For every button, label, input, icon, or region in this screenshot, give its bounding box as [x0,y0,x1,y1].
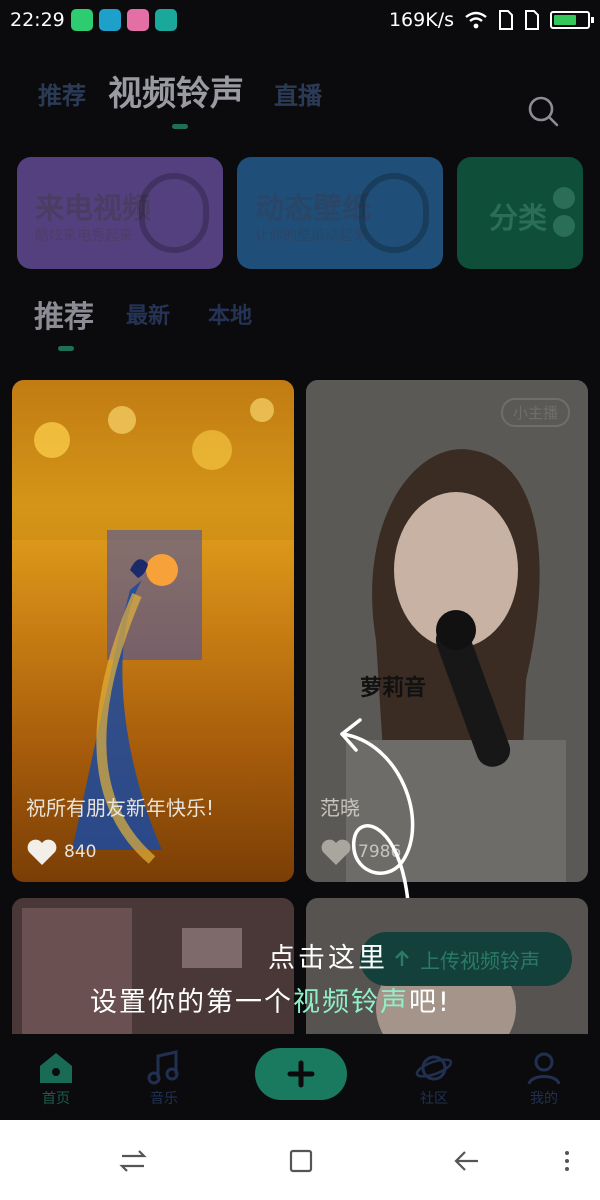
upload-icon [395,950,409,966]
battery-icon [550,11,594,29]
usb-icon [154,9,177,31]
subtab-latest[interactable]: 最新 [126,298,170,330]
search-icon[interactable] [526,94,560,128]
guide-text-line1: 点击这里 [268,943,388,974]
sub-tab-bar: 推荐 最新 本地 [0,290,600,351]
switch-apps-icon[interactable] [118,1146,148,1176]
top-tab-bar: 推荐 视频铃声 直播 [0,62,600,129]
planet-icon [415,1055,453,1081]
app-notification-icon [70,9,93,31]
nav-label: 我的 [530,1091,558,1107]
nav-label: 社区 [420,1091,448,1107]
guide-text-line2: 设置你的第一个视频铃声吧! [90,980,451,1019]
phone-deco-icon [139,173,209,253]
like-count[interactable]: 840 [26,838,96,866]
bottom-nav: 首页 音乐 社区 我的 [0,1034,600,1120]
active-tab-indicator [172,124,188,129]
tab-recommend[interactable]: 推荐 [38,76,86,111]
guide-arrow-icon [340,718,415,904]
app-notification-icon [98,9,121,31]
status-bar: 22:29 169K/s [0,0,600,40]
nav-home[interactable]: 首页 [16,1050,96,1108]
page-content: 推荐 视频铃声 直播 来电视频 酷炫来电秀起来 动态壁纸 让你的壁纸动起来 分类… [0,40,600,1120]
card-caption: 祝所有朋友新年快乐! [26,796,215,820]
feature-title: 动态壁纸 [255,191,372,225]
dots-deco-icon [553,215,575,237]
tab-live[interactable]: 直播 [274,76,322,111]
subtab-recommend[interactable]: 推荐 [34,292,94,336]
wifi-icon [465,11,487,29]
app-notification-icon [126,9,149,31]
feature-subtitle: 让你的壁纸动起来 [255,228,367,244]
overlay-text: 萝莉音 [360,676,427,701]
category-card[interactable]: 分类 [457,157,583,269]
feature-title: 分类 [489,201,548,235]
nav-profile[interactable]: 我的 [504,1050,584,1108]
home-square-icon[interactable] [286,1146,316,1176]
active-subtab-indicator [58,346,74,351]
dots-deco-icon [553,187,575,209]
back-icon[interactable] [452,1146,482,1176]
tab-video-ringtone[interactable]: 视频铃声 [108,66,244,115]
upload-label: 上传视频铃声 [420,948,540,973]
network-speed: 169K/s [388,9,454,31]
guide-prefix: 设置你的第一个 [90,987,293,1018]
nav-label: 音乐 [150,1091,178,1107]
nav-music[interactable]: 音乐 [124,1050,204,1108]
clock: 22:29 [10,9,65,31]
nav-community[interactable]: 社区 [394,1050,474,1108]
gear-deco-icon [359,173,429,253]
sim-icon [525,10,539,30]
upload-video-ringtone-button[interactable]: 上传视频铃声 [360,932,572,986]
system-nav-bar [0,1120,600,1200]
feature-title: 来电视频 [35,191,152,225]
live-wallpaper-card[interactable]: 动态壁纸 让你的壁纸动起来 [237,157,443,269]
video-card-peacock[interactable]: 祝所有朋友新年快乐! 840 [12,380,294,882]
nav-label: 首页 [42,1091,70,1107]
profile-icon [527,1052,561,1085]
feature-subtitle: 酷炫来电秀起来 [35,228,133,244]
menu-icon[interactable] [552,1146,582,1176]
add-button[interactable] [255,1048,347,1100]
feature-row: 来电视频 酷炫来电秀起来 动态壁纸 让你的壁纸动起来 分类 [0,157,600,269]
battery-level [554,15,576,25]
guide-suffix: 吧! [409,987,451,1018]
subtab-local[interactable]: 本地 [208,298,252,330]
heart-icon [27,839,57,865]
incoming-call-video-card[interactable]: 来电视频 酷炫来电秀起来 [17,157,223,269]
sim-icon [499,10,513,30]
music-note-icon [147,1050,179,1085]
anchor-tag: 小主播 [500,398,570,427]
home-icon [40,1053,72,1083]
like-number: 840 [64,842,97,862]
plus-icon [287,1060,315,1088]
guide-highlight: 视频铃声 [293,987,409,1018]
